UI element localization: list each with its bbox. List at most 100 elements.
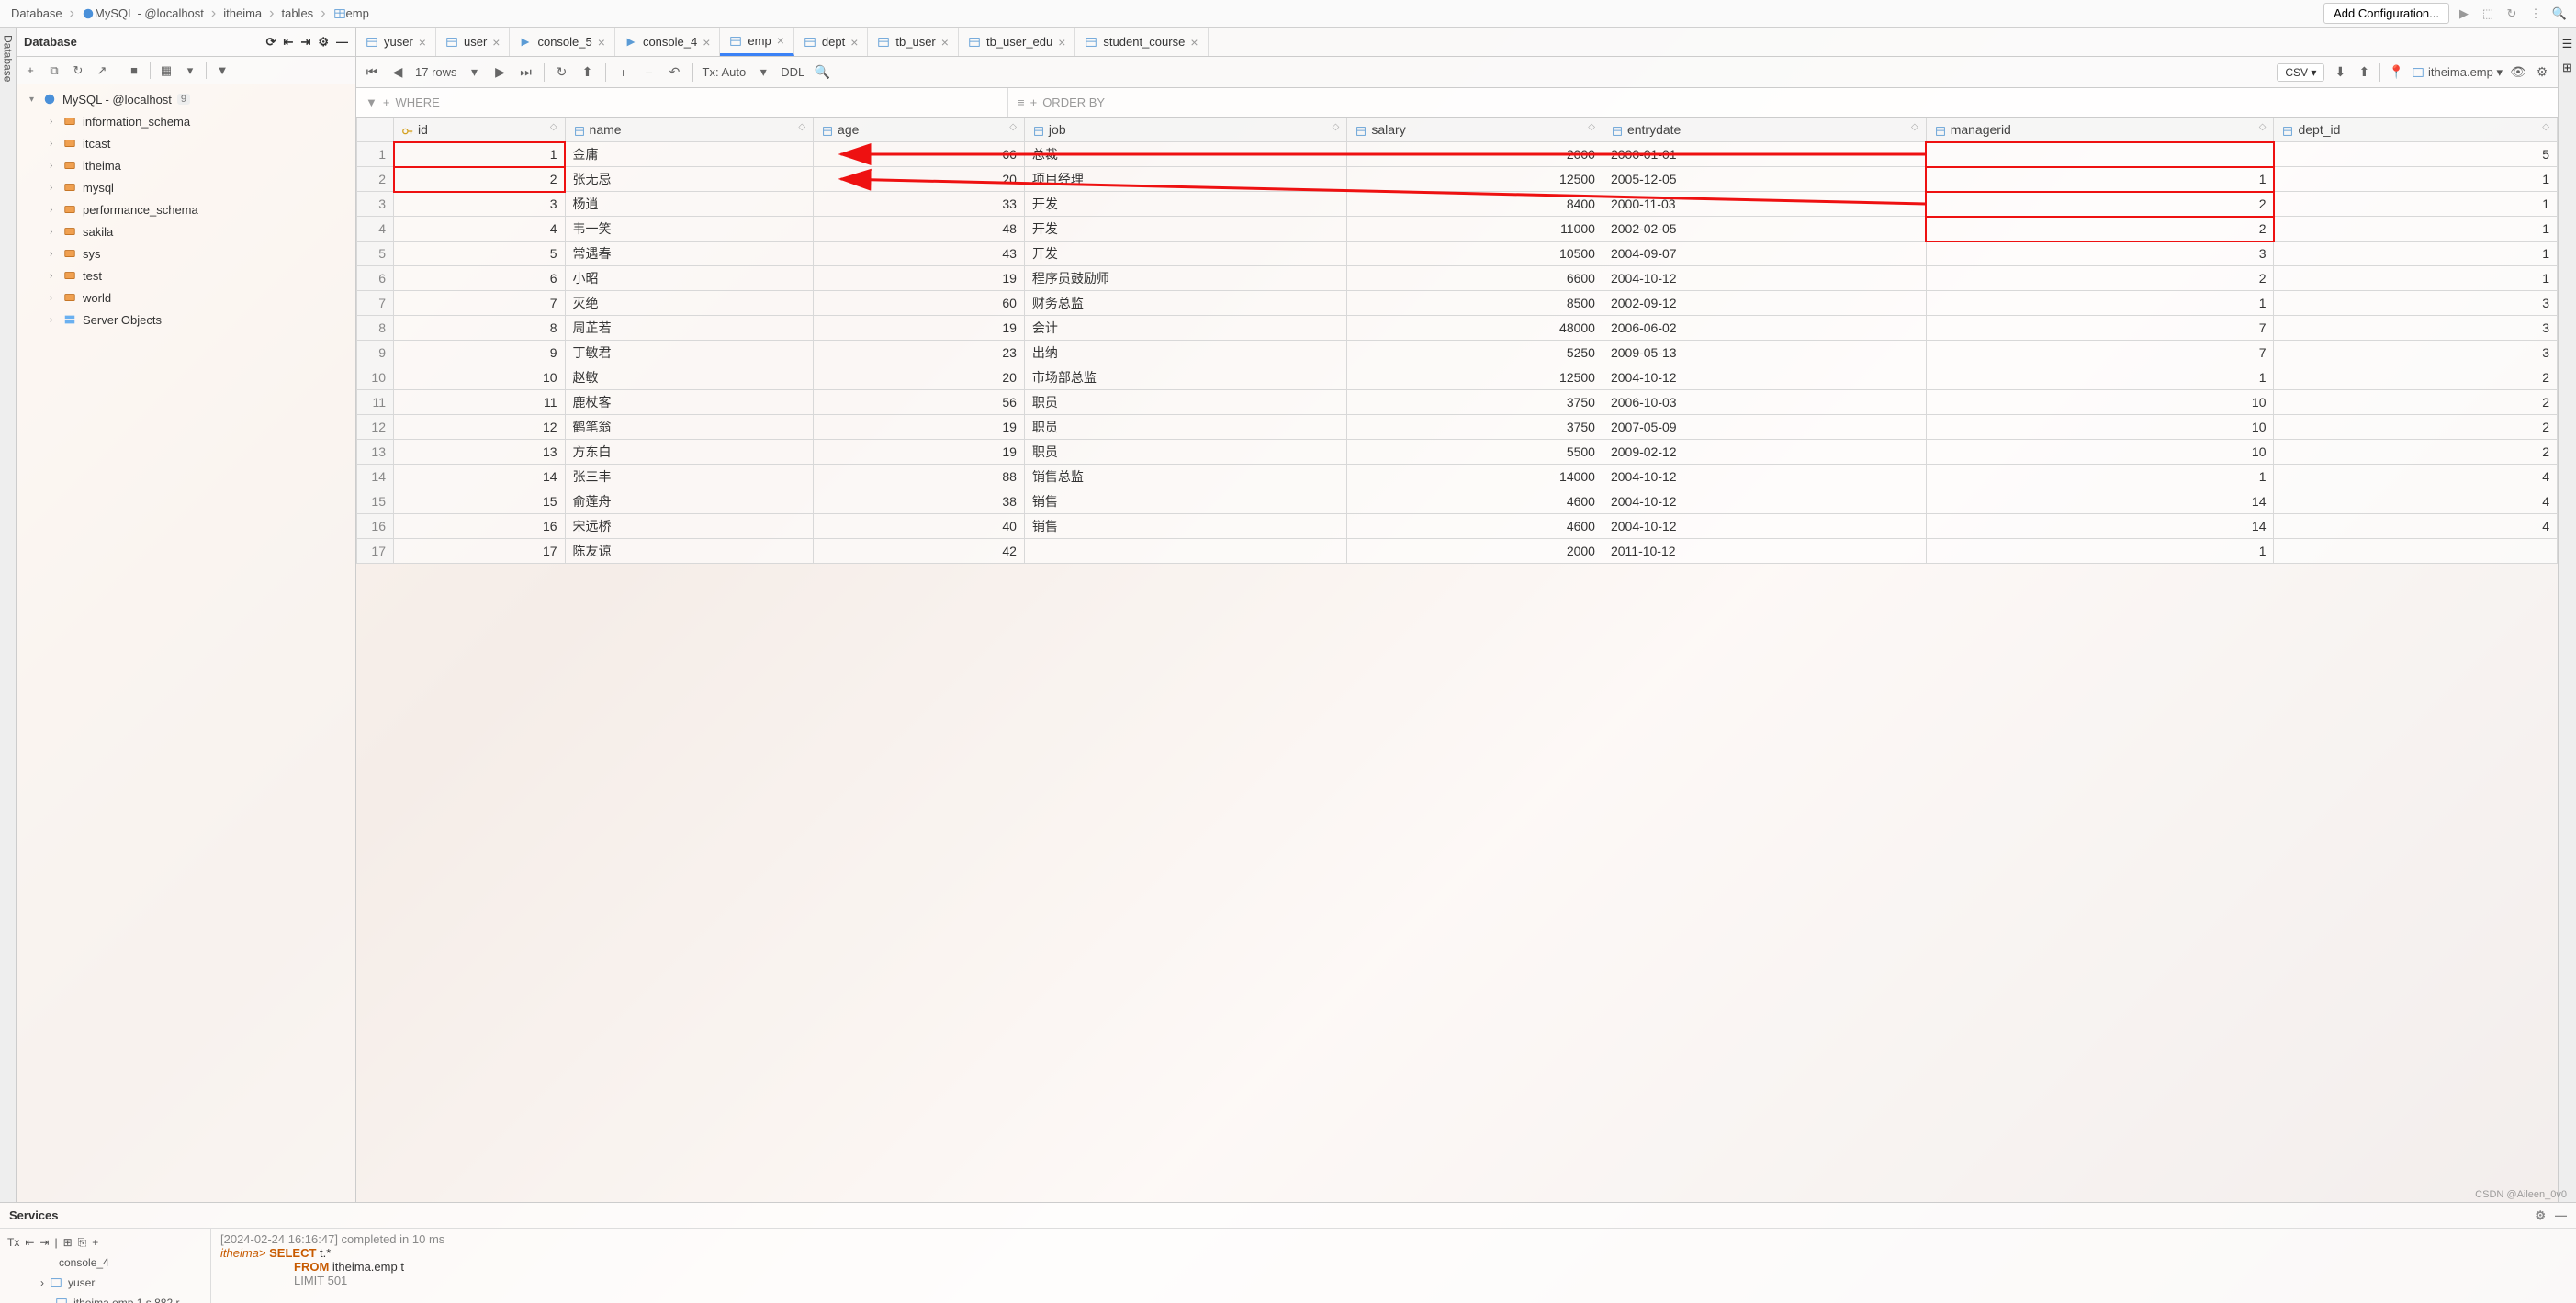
minimize-icon[interactable]: — [2555,1208,2567,1223]
column-header-job[interactable]: job◇ [1024,118,1346,142]
cell-entrydate[interactable]: 2002-02-05 [1603,217,1926,242]
table-row[interactable]: 55常遇春43开发105002004-09-0731 [357,242,2558,266]
cell-name[interactable]: 赵敏 [565,365,814,390]
delete-row-icon[interactable]: − [641,65,658,80]
cell-entrydate[interactable]: 2009-02-12 [1603,440,1926,465]
last-page-icon[interactable]: ⏭ [518,64,534,80]
table-row[interactable]: 99丁敏君23出纳52502009-05-1373 [357,341,2558,365]
services-tree-item[interactable]: console_4 [4,1252,207,1273]
dropdown-icon[interactable]: ▾ [755,64,771,80]
cell-id[interactable]: 5 [394,242,566,266]
upload-icon[interactable]: ⬆ [2356,64,2372,80]
console-output[interactable]: [2024-02-24 16:16:47] completed in 10 ms… [211,1229,2576,1303]
cell-job[interactable] [1024,539,1346,564]
tree-node-schema[interactable]: › test [24,264,355,286]
table-row[interactable]: 66小昭19程序员鼓励师66002004-10-1221 [357,266,2558,291]
cell-entrydate[interactable]: 2006-06-02 [1603,316,1926,341]
table-row[interactable]: 1414张三丰88销售总监140002004-10-1214 [357,465,2558,489]
cell-salary[interactable]: 6600 [1347,266,1603,291]
gear-icon[interactable]: ⚙ [2534,64,2550,80]
tree-node-schema[interactable]: › sys [24,242,355,264]
tx-mode[interactable]: Tx: Auto [703,65,747,79]
cell-entrydate[interactable]: 2004-10-12 [1603,465,1926,489]
cell-managerid[interactable]: 10 [1926,390,2274,415]
add-row-icon[interactable]: + [615,65,632,80]
table-row[interactable]: 22张无忌20项目经理125002005-12-0511 [357,167,2558,192]
cell-dept_id[interactable]: 4 [2274,465,2558,489]
cell-managerid[interactable]: 2 [1926,217,2274,242]
cell-name[interactable]: 灭绝 [565,291,814,316]
table-row[interactable]: 1111鹿杖客56职员37502006-10-03102 [357,390,2558,415]
stop-icon[interactable]: ↻ [2503,5,2521,23]
cell-age[interactable]: 20 [814,167,1025,192]
cell-managerid[interactable]: 1 [1926,365,2274,390]
table-row[interactable]: 44韦一笑48开发110002002-02-0521 [357,217,2558,242]
column-header-salary[interactable]: salary◇ [1347,118,1603,142]
cell-job[interactable]: 销售总监 [1024,465,1346,489]
cell-id[interactable]: 8 [394,316,566,341]
tab-console_5[interactable]: console_5 × [510,28,614,56]
sort-icon[interactable]: ◇ [1588,122,1595,132]
cell-entrydate[interactable]: 2006-10-03 [1603,390,1926,415]
cell-dept_id[interactable]: 1 [2274,217,2558,242]
tree-node-schema[interactable]: › information_schema [24,110,355,132]
align-icon[interactable]: ⇥ [39,1236,49,1249]
cell-managerid[interactable]: 1 [1926,291,2274,316]
cell-name[interactable]: 周芷若 [565,316,814,341]
cell-dept_id[interactable]: 3 [2274,291,2558,316]
sort-icon[interactable]: ◇ [2542,122,2549,132]
column-header-dept_id[interactable]: dept_id◇ [2274,118,2558,142]
breadcrumb-item-table[interactable]: emp [330,5,373,22]
cell-job[interactable]: 销售 [1024,489,1346,514]
refresh-icon[interactable]: ⟳ [266,35,276,50]
search-icon[interactable]: 🔍 [2550,5,2569,23]
cell-salary[interactable]: 4600 [1347,514,1603,539]
duplicate-icon[interactable]: ⧉ [46,62,62,79]
cell-name[interactable]: 小昭 [565,266,814,291]
bookmark-icon[interactable]: ⎘ [78,1236,87,1250]
breadcrumb-item-connection[interactable]: MySQL - @localhost [78,5,208,22]
cell-salary[interactable]: 5250 [1347,341,1603,365]
cell-id[interactable]: 9 [394,341,566,365]
cell-job[interactable]: 出纳 [1024,341,1346,365]
close-icon[interactable]: × [703,35,710,50]
cell-age[interactable]: 40 [814,514,1025,539]
cell-job[interactable]: 职员 [1024,440,1346,465]
column-header-entrydate[interactable]: entrydate◇ [1603,118,1926,142]
sort-icon[interactable]: ◇ [798,122,805,132]
cell-age[interactable]: 19 [814,415,1025,440]
cell-name[interactable]: 俞莲舟 [565,489,814,514]
cell-dept_id[interactable]: 1 [2274,192,2558,217]
tree-node-schema[interactable]: › mysql [24,176,355,198]
cell-age[interactable]: 19 [814,440,1025,465]
cell-name[interactable]: 金庸 [565,142,814,167]
cell-managerid[interactable]: 3 [1926,242,2274,266]
collapse-icon[interactable]: ⇤ [284,35,294,50]
cell-dept_id[interactable] [2274,539,2558,564]
cell-job[interactable]: 项目经理 [1024,167,1346,192]
cell-age[interactable]: 60 [814,291,1025,316]
table-row[interactable]: 1515俞莲舟38销售46002004-10-12144 [357,489,2558,514]
close-icon[interactable]: × [850,35,858,50]
align-icon[interactable]: ⇤ [25,1236,34,1249]
cell-job[interactable]: 市场部总监 [1024,365,1346,390]
cell-managerid[interactable]: 14 [1926,489,2274,514]
cell-age[interactable]: 33 [814,192,1025,217]
table-row[interactable]: 1212鹤笔翁19职员37502007-05-09102 [357,415,2558,440]
column-header-age[interactable]: age◇ [814,118,1025,142]
cell-dept_id[interactable]: 3 [2274,341,2558,365]
notifications-icon[interactable]: ☰ [2562,37,2573,51]
cell-age[interactable]: 88 [814,465,1025,489]
cell-id[interactable]: 15 [394,489,566,514]
cell-dept_id[interactable]: 4 [2274,514,2558,539]
ddl-button[interactable]: DDL [781,65,804,79]
layout-icon[interactable]: ⊞ [2562,61,2572,75]
cell-name[interactable]: 方东白 [565,440,814,465]
cell-id[interactable]: 6 [394,266,566,291]
tab-console_4[interactable]: console_4 × [615,28,720,56]
cell-dept_id[interactable]: 1 [2274,242,2558,266]
cell-dept_id[interactable]: 2 [2274,365,2558,390]
close-icon[interactable]: × [1058,35,1065,50]
tab-tb_user[interactable]: tb_user × [868,28,959,56]
cell-entrydate[interactable]: 2007-05-09 [1603,415,1926,440]
